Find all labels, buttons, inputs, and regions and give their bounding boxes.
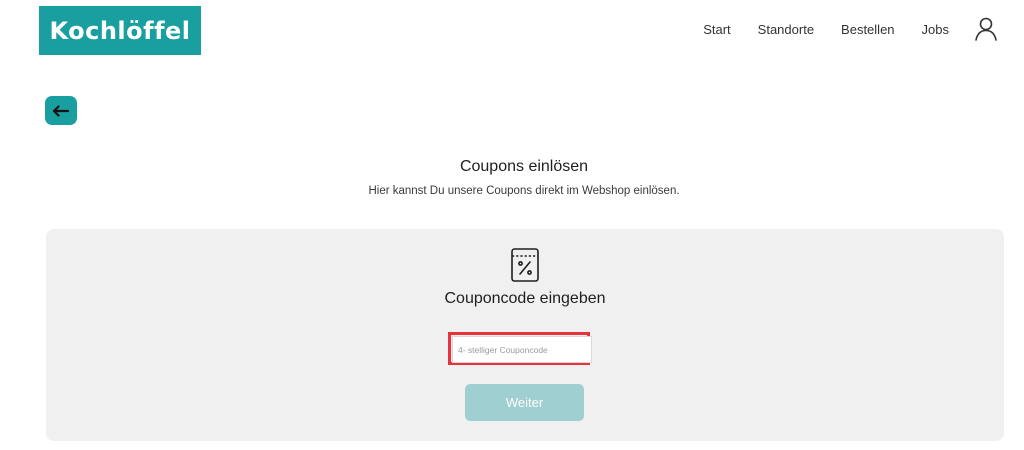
coupon-panel: Couponcode eingeben Weiter <box>46 229 1004 441</box>
arrow-left-icon <box>52 104 70 117</box>
logo-text: Kochlöffel <box>49 16 191 45</box>
main-navigation: Start Standorte Bestellen Jobs <box>676 13 998 45</box>
coupon-panel-title: Couponcode eingeben <box>444 290 606 307</box>
kochloeffel-logo[interactable]: Kochlöffel <box>39 6 201 55</box>
weiter-button[interactable]: Weiter <box>465 384 584 421</box>
nav-item-jobs[interactable]: Jobs <box>922 22 949 37</box>
page-subtitle: Hier kannst Du unsere Coupons direkt im … <box>368 185 680 197</box>
page: Kochlöffel Start Standorte Bestellen Job… <box>0 0 1024 450</box>
nav-item-start[interactable]: Start <box>703 22 730 37</box>
nav-item-bestellen[interactable]: Bestellen <box>841 22 894 37</box>
nav-item-standorte[interactable]: Standorte <box>758 22 814 37</box>
coupon-percent-icon <box>511 248 539 282</box>
back-button[interactable] <box>45 96 77 125</box>
page-title: Coupons einlösen <box>459 158 589 175</box>
user-icon[interactable] <box>974 16 998 42</box>
coupon-code-input[interactable] <box>452 336 592 363</box>
